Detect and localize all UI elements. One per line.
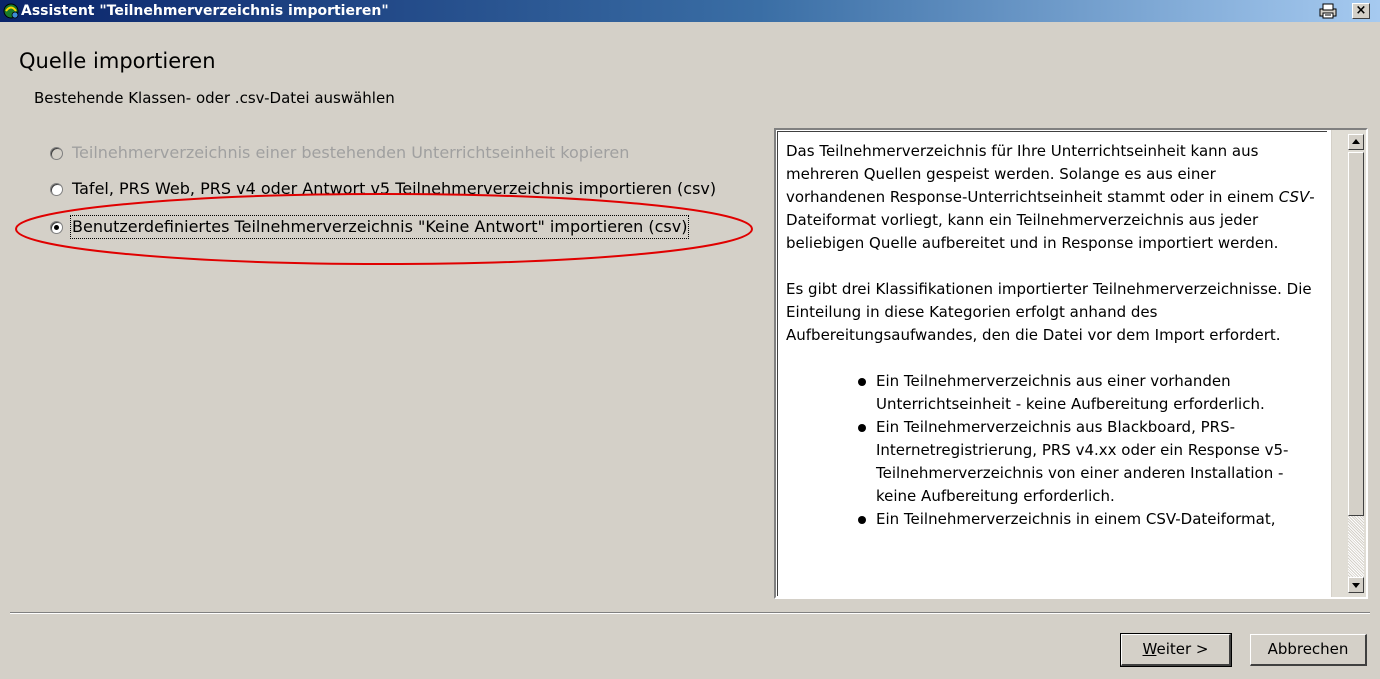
- close-icon[interactable]: ×: [1352, 3, 1370, 19]
- page-title: Quelle importieren: [19, 49, 216, 73]
- page-subtitle: Bestehende Klassen- oder .csv-Datei ausw…: [34, 89, 395, 107]
- radio-button-icon[interactable]: [50, 147, 63, 160]
- list-item: Ein Teilnehmerverzeichnis aus einer vorh…: [858, 370, 1319, 416]
- radio-button-selected-icon[interactable]: [50, 221, 63, 234]
- info-paragraph-1: Das Teilnehmerverzeichnis für Ihre Unter…: [786, 142, 1315, 252]
- radio-label: Tafel, PRS Web, PRS v4 oder Antwort v5 T…: [72, 179, 717, 198]
- window-title: Assistent "Teilnehmerverzeichnis importi…: [21, 3, 389, 19]
- scroll-down-arrow-icon[interactable]: [1348, 577, 1364, 593]
- list-item: Ein Teilnehmerverzeichnis aus Blackboard…: [858, 416, 1319, 508]
- vertical-scrollbar[interactable]: [1331, 130, 1366, 597]
- list-item: Ein Teilnehmerverzeichnis in einem CSV-D…: [858, 508, 1319, 531]
- info-panel: Das Teilnehmerverzeichnis für Ihre Unter…: [774, 128, 1368, 599]
- divider: [10, 612, 1370, 614]
- radio-label: Benutzerdefiniertes Teilnehmerverzeichni…: [69, 215, 690, 239]
- info-paragraph-2: Es gibt drei Klassifikationen importiert…: [786, 280, 1312, 344]
- next-button[interactable]: Weiter >: [1120, 633, 1232, 667]
- scrollbar-track[interactable]: [1348, 516, 1364, 577]
- radio-button-icon[interactable]: [50, 183, 63, 196]
- title-bar: Assistent "Teilnehmerverzeichnis importi…: [0, 0, 1380, 22]
- scroll-up-arrow-icon[interactable]: [1348, 134, 1364, 150]
- cancel-button[interactable]: Abbrechen: [1250, 634, 1367, 666]
- scrollbar-thumb[interactable]: [1348, 152, 1364, 516]
- print-icon[interactable]: [1319, 3, 1337, 19]
- wizard-icon: [3, 3, 19, 19]
- radio-label: Teilnehmerverzeichnis einer bestehenden …: [72, 143, 630, 162]
- info-text-area[interactable]: Das Teilnehmerverzeichnis für Ihre Unter…: [777, 131, 1327, 596]
- info-bullet-list: Ein Teilnehmerverzeichnis aus einer vorh…: [786, 370, 1319, 531]
